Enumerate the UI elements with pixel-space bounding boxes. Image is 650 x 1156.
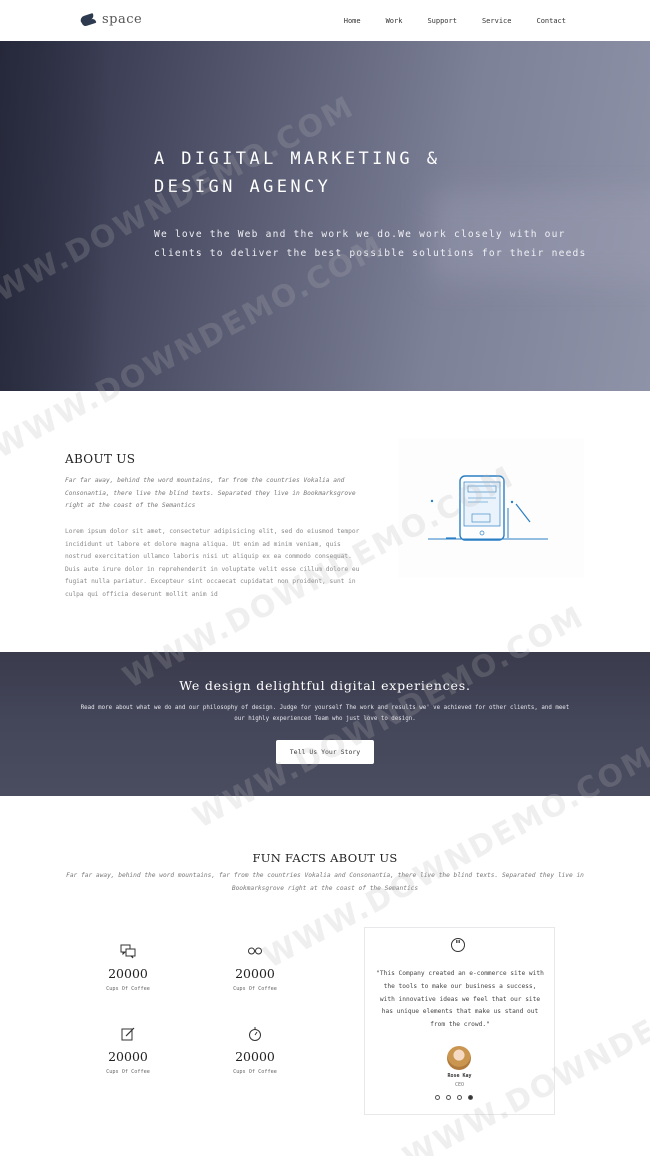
stopwatch-icon (249, 1027, 261, 1041)
design-cta-section: We design delightful digital experiences… (0, 652, 650, 796)
main-menu: Home Work Support Service Contact (319, 17, 566, 25)
testimonial-card: " "This Company created an e-commerce si… (364, 927, 555, 1115)
top-navbar: space Home Work Support Service Contact (0, 0, 650, 41)
fact-item: 20000 Cups Of Coffee (78, 943, 178, 992)
fun-facts-title: FUN FACTS ABOUT US (252, 851, 398, 865)
carousel-dot[interactable] (435, 1095, 440, 1100)
nav-link-support[interactable]: Support (427, 17, 457, 25)
glasses-icon (248, 947, 262, 955)
hero-title: A DIGITAL MARKETING & DESIGN AGENCY (154, 145, 534, 201)
testimonial-name: Rose Kay (447, 1073, 472, 1079)
about-intro: Far far away, behind the word mountains,… (65, 477, 356, 510)
fact-number: 20000 (108, 966, 148, 981)
fact-number: 20000 (108, 1049, 148, 1064)
hero-subtitle-line-1: We love the Web and the work we do.We wo… (154, 229, 566, 240)
mobile-device-illustration (398, 438, 584, 578)
hero-banner: A DIGITAL MARKETING & DESIGN AGENCY We l… (0, 41, 650, 391)
chat-bubbles-icon (120, 944, 136, 959)
cta-text: Read more about what we do and our philo… (80, 705, 570, 722)
avatar (447, 1046, 471, 1070)
about-body: Lorem ipsum dolor sit amet, consectetur … (65, 528, 360, 598)
nav-link-contact[interactable]: Contact (536, 17, 566, 25)
about-title: ABOUT US (65, 452, 136, 466)
logo-icon (80, 13, 96, 27)
fact-item: 20000 Cups Of Coffee (78, 1026, 178, 1075)
cta-title: We design delightful digital experiences… (179, 678, 471, 693)
hero-title-line-1: A DIGITAL MARKETING & (154, 149, 441, 169)
nav-link-work[interactable]: Work (386, 17, 403, 25)
hero-title-line-2: DESIGN AGENCY (154, 177, 332, 197)
hero-subtitle: We love the Web and the work we do.We wo… (154, 225, 604, 263)
carousel-dots (435, 1095, 473, 1100)
nav-link-service[interactable]: Service (482, 17, 512, 25)
hero-subtitle-line-2: clients to deliver the best possible sol… (154, 248, 587, 259)
fact-label: Cups Of Coffee (106, 986, 150, 992)
testimonial-quote: "This Company created an e-commerce site… (376, 970, 544, 1029)
nav-link-home[interactable]: Home (344, 17, 361, 25)
carousel-dot-active[interactable] (468, 1095, 473, 1100)
tell-us-your-story-button[interactable]: Tell Us Your Story (276, 740, 374, 764)
fact-number: 20000 (235, 966, 275, 981)
fact-item: 20000 Cups Of Coffee (205, 943, 305, 992)
logo[interactable]: space (80, 12, 142, 27)
testimonial-role: CEO (454, 1082, 465, 1088)
fact-label: Cups Of Coffee (233, 986, 277, 992)
logo-text: space (102, 12, 143, 27)
fact-item: 20000 Cups Of Coffee (205, 1026, 305, 1075)
carousel-dot[interactable] (446, 1095, 451, 1100)
quote-icon: " (451, 938, 465, 952)
edit-icon (121, 1027, 135, 1041)
fact-label: Cups Of Coffee (106, 1069, 150, 1075)
fact-number: 20000 (235, 1049, 275, 1064)
fact-label: Cups Of Coffee (233, 1069, 277, 1075)
phone-illustration-icon (428, 475, 548, 541)
carousel-dot[interactable] (457, 1095, 462, 1100)
fun-facts-subtitle: Far far away, behind the word mountains,… (66, 872, 584, 892)
